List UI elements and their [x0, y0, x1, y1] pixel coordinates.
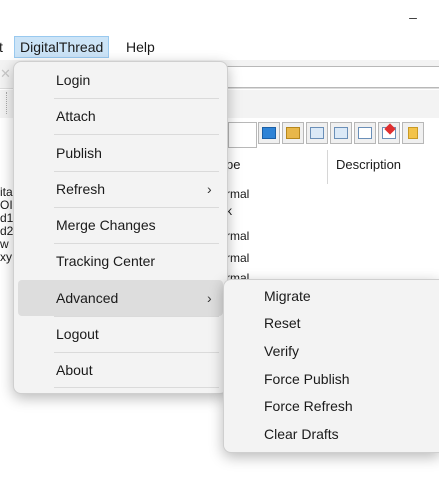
menu-item-label: Attach	[56, 108, 96, 124]
grid-cell[interactable]: xy	[0, 251, 12, 263]
menu-separator	[54, 387, 219, 388]
column-header-type[interactable]: pe	[226, 154, 240, 176]
menu-item-label: About	[56, 362, 93, 378]
menu-item-label: Refresh	[56, 181, 106, 197]
folder-blue-icon[interactable]	[258, 122, 280, 144]
menu-item-advanced[interactable]: Advanced ›	[18, 280, 223, 316]
advanced-submenu: Migrate Reset Verify Force Publish Force…	[223, 279, 439, 453]
menu-item-logout[interactable]: Logout	[14, 316, 227, 352]
toolbar-input[interactable]	[228, 122, 257, 148]
document-link-icon[interactable]	[330, 122, 352, 144]
menu-item-login[interactable]: Login	[14, 62, 227, 98]
grid-cell[interactable]: ita	[0, 186, 13, 198]
toolbar-grip[interactable]	[6, 92, 11, 114]
menu-item-label: Advanced	[56, 290, 119, 306]
menu-item-merge-changes[interactable]: Merge Changes	[14, 207, 227, 243]
chevron-right-icon: ›	[207, 290, 212, 306]
menu-item-label: Merge Changes	[56, 217, 156, 233]
grid-cell[interactable]: OI	[0, 199, 13, 211]
document-delete-icon[interactable]	[378, 122, 400, 144]
menu-help[interactable]: Help	[121, 36, 160, 58]
column-header-description[interactable]: Description	[336, 154, 401, 176]
menu-item-about[interactable]: About	[14, 352, 227, 388]
document-grid-icon[interactable]	[306, 122, 328, 144]
folder-icon[interactable]	[282, 122, 304, 144]
minimize-button[interactable]: –	[405, 10, 421, 26]
menu-item-refresh[interactable]: Refresh ›	[14, 171, 227, 207]
document-icon[interactable]	[354, 122, 376, 144]
menu-item-attach[interactable]: Attach	[14, 98, 227, 134]
menu-bar: t DigitalThread Help	[0, 36, 439, 58]
submenu-item-force-refresh[interactable]: Force Refresh	[264, 393, 353, 420]
title-bar	[0, 0, 439, 34]
toolbar-icons	[258, 122, 424, 148]
column-separator[interactable]	[327, 150, 328, 184]
grid-cell[interactable]: rmal	[226, 230, 249, 242]
sun-icon[interactable]	[402, 122, 424, 144]
grid-cell[interactable]: d2	[0, 225, 13, 237]
submenu-item-verify[interactable]: Verify	[264, 338, 299, 365]
menu-item-label: Tracking Center	[56, 253, 156, 269]
menu-item-label: Publish	[56, 145, 102, 161]
menu-truncated[interactable]: t	[0, 36, 3, 58]
menu-item-label: Logout	[56, 326, 99, 342]
grid-cell[interactable]: d1	[0, 212, 13, 224]
chevron-right-icon: ›	[207, 181, 212, 197]
menu-item-tracking-center[interactable]: Tracking Center	[14, 243, 227, 279]
address-field[interactable]	[220, 66, 439, 88]
menu-item-publish[interactable]: Publish	[14, 135, 227, 171]
grid-cell[interactable]: w	[0, 238, 9, 250]
grid-cell[interactable]: rmal	[226, 252, 249, 264]
close-icon[interactable]: ✕	[0, 66, 11, 82]
menu-digitalthread[interactable]: DigitalThread	[14, 36, 110, 58]
digitalthread-dropdown: Login Attach Publish Refresh › Merge Cha…	[13, 61, 228, 394]
submenu-item-migrate[interactable]: Migrate	[264, 283, 311, 310]
submenu-item-clear-drafts[interactable]: Clear Drafts	[264, 421, 339, 448]
submenu-item-force-publish[interactable]: Force Publish	[264, 366, 350, 393]
menu-item-label: Login	[56, 72, 91, 88]
submenu-item-reset[interactable]: Reset	[264, 310, 301, 337]
grid-cell[interactable]: rmal	[226, 188, 249, 200]
